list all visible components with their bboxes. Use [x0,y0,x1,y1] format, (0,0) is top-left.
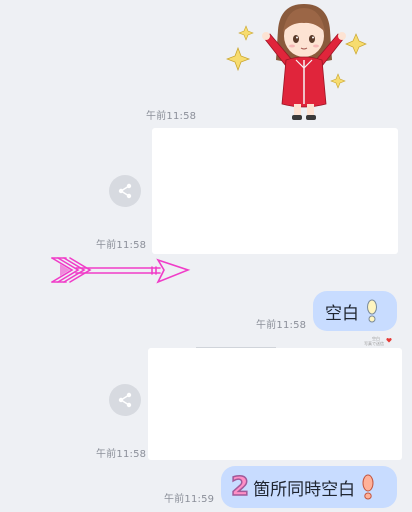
exclamation-icon [367,299,377,323]
pink-arrow-annotation [50,254,192,290]
image-message-2[interactable] [148,348,402,460]
share-button-1[interactable] [109,175,141,207]
bubble1-timestamp: 午前11:58 [256,320,307,331]
exclamation-icon [362,474,374,500]
bubble1-text: 空白 [325,303,359,324]
share-button-2[interactable] [109,384,141,416]
share-icon [118,392,132,408]
image1-timestamp: 午前11:58 [96,240,147,251]
arrow-icon [51,257,191,284]
number-badge: 2 [230,472,250,502]
share-icon [118,183,132,199]
girl-sticker[interactable] [225,0,372,122]
sticker-timestamp: 午前11:58 [146,111,197,122]
bubble2-timestamp: 午前11:59 [164,494,215,505]
girl-sticker-image [225,4,367,120]
bubble2-text: 箇所同時空白 [253,479,356,500]
image-message-1[interactable] [152,128,398,254]
divider-line [196,347,276,348]
image2-timestamp: 午前11:58 [96,449,147,460]
image2-caption-2: 写真で送信 [364,341,384,346]
message-bubble-2[interactable]: 2 箇所同時空白 [221,466,397,508]
heart-icon [386,337,392,343]
message-bubble-1[interactable]: 空白 [313,291,397,331]
